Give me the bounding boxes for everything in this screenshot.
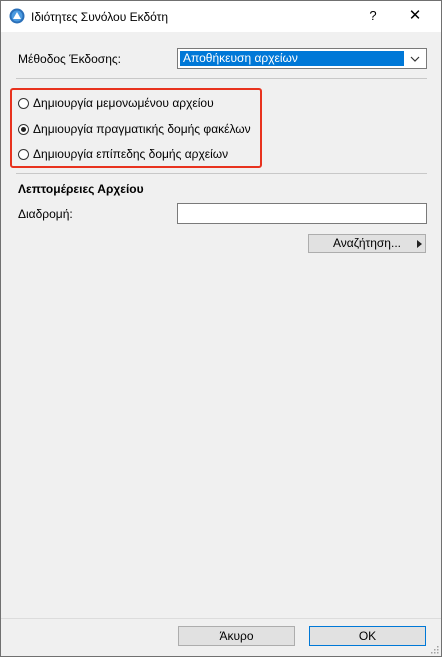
path-label: Διαδρομή:: [18, 207, 73, 221]
chevron-down-icon: [410, 56, 420, 62]
radio-button-checked[interactable]: [18, 123, 29, 135]
divider: [16, 78, 427, 79]
cancel-button[interactable]: Άκυρο: [178, 626, 295, 646]
dialog-window: Ιδιότητες Συνόλου Εκδότη ? ✕ Μέθοδος Έκδ…: [0, 0, 442, 657]
file-details-heading: Λεπτομέρειες Αρχείου: [18, 182, 144, 196]
resize-grip-icon[interactable]: [429, 644, 439, 654]
window-title: Ιδιότητες Συνόλου Εκδότη: [31, 10, 169, 24]
radio-label: Δημιουργία πραγματικής δομής φακέλων: [33, 122, 251, 136]
publish-method-dropdown[interactable]: Αποθήκευση αρχείων: [177, 48, 427, 69]
radio-single-file[interactable]: Δημιουργία μεμονωμένου αρχείου: [18, 95, 214, 111]
footer-divider: [1, 618, 441, 619]
browse-button[interactable]: Αναζήτηση...: [308, 234, 426, 253]
arrow-right-icon: [417, 240, 422, 248]
help-button[interactable]: ?: [363, 6, 383, 26]
close-button[interactable]: ✕: [405, 6, 425, 26]
publish-method-value: Αποθήκευση αρχείων: [180, 51, 404, 66]
publish-method-label: Μέθοδος Έκδοσης:: [18, 52, 121, 66]
title-bar[interactable]: Ιδιότητες Συνόλου Εκδότη ? ✕: [1, 1, 441, 32]
divider: [16, 173, 427, 174]
radio-button[interactable]: [18, 97, 29, 109]
radio-button[interactable]: [18, 148, 29, 160]
radio-flat-structure[interactable]: Δημιουργία επίπεδης δομής αρχείων: [18, 146, 228, 162]
ok-button[interactable]: OK: [309, 626, 426, 646]
browse-label: Αναζήτηση...: [333, 236, 401, 250]
radio-real-folder-structure[interactable]: Δημιουργία πραγματικής δομής φακέλων: [18, 121, 251, 137]
radio-label: Δημιουργία επίπεδης δομής αρχείων: [33, 147, 229, 161]
archicad-icon: [9, 8, 25, 24]
radio-label: Δημιουργία μεμονωμένου αρχείου: [33, 96, 214, 110]
path-input[interactable]: [177, 203, 427, 224]
